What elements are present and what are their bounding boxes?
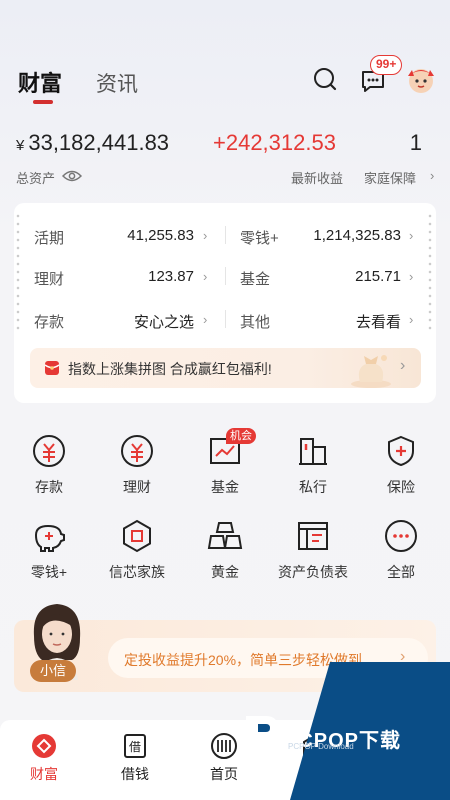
nav-label: 首页: [210, 766, 238, 782]
chevron-right-icon[interactable]: ›: [203, 312, 207, 327]
account-label-fund: 基金: [240, 271, 271, 288]
grid-item-gold[interactable]: 黄金: [180, 518, 270, 582]
chevron-right-icon[interactable]: ›: [430, 168, 434, 183]
account-value-deposit[interactable]: 安心之选: [134, 311, 194, 332]
grid-label: 存款: [35, 479, 63, 495]
latest-income-amount[interactable]: +242,312.53: [213, 130, 336, 156]
grid-item-deposit[interactable]: 存款: [4, 433, 94, 497]
nav-label: 借钱: [121, 766, 149, 782]
insurance-icon: [388, 435, 414, 467]
grid-item-fund[interactable]: 基金: [180, 433, 270, 497]
account-label-wealth: 理财: [34, 271, 65, 288]
grid-item-balance-sheet[interactable]: 资产负债表: [268, 518, 358, 582]
chevron-right-icon[interactable]: ›: [400, 357, 405, 375]
column-divider: [225, 310, 226, 328]
card-right-dots: [428, 212, 432, 332]
eye-icon[interactable]: [61, 168, 83, 189]
account-value-current[interactable]: 41,255.83: [127, 227, 194, 244]
currency-symbol: ¥: [16, 137, 25, 154]
account-label-deposit: 存款: [34, 314, 65, 331]
top-header: 财富 资讯 99+: [0, 0, 450, 120]
assistant-name-tag: 小信: [30, 660, 77, 682]
active-tab-indicator: [33, 100, 53, 104]
grid-item-wealth[interactable]: 理财: [92, 433, 182, 497]
nav-label: 财富: [30, 766, 58, 782]
piggy-bank-icon: [34, 524, 65, 552]
card-left-dots: [16, 212, 20, 332]
chevron-right-icon[interactable]: ›: [203, 228, 207, 243]
tab-news[interactable]: 资讯: [96, 68, 138, 98]
family-label[interactable]: 家庭保障: [364, 168, 416, 187]
total-assets-amount[interactable]: ¥33,182,441.83: [16, 130, 169, 156]
wealth-icon: [121, 435, 153, 467]
tab-wealth[interactable]: 财富: [18, 66, 62, 98]
promo-banner[interactable]: 指数上涨集拼图 合成赢红包福利! ›: [30, 348, 421, 388]
grid-label: 私行: [299, 479, 327, 495]
svg-text:借: 借: [129, 740, 141, 754]
nav-item-borrow[interactable]: 借 借钱: [105, 732, 165, 784]
grid-label: 黄金: [211, 564, 239, 580]
grid-label: 全部: [387, 564, 415, 580]
wealth-nav-icon: [32, 734, 56, 758]
chevron-right-icon[interactable]: ›: [203, 269, 207, 284]
total-assets-value: 33,182,441.83: [28, 130, 170, 155]
grid-item-insurance[interactable]: 保险: [356, 433, 446, 497]
account-value-wealth[interactable]: 123.87: [148, 268, 194, 285]
column-divider: [225, 267, 226, 285]
grid-item-private-bank[interactable]: 私行: [268, 433, 358, 497]
asset-summary: ¥33,182,441.83 +242,312.53 1 总资产 最新收益 家庭…: [0, 130, 450, 190]
grid-label: 保险: [387, 479, 415, 495]
nav-item-wealth[interactable]: 财富: [14, 732, 74, 784]
grid-label: 基金: [211, 479, 239, 495]
account-label-current: 活期: [34, 230, 65, 247]
message-count-badge: 99+: [370, 55, 403, 75]
more-icon: [385, 520, 417, 552]
total-assets-label: 总资产: [16, 171, 56, 186]
chevron-right-icon[interactable]: ›: [409, 228, 413, 243]
grid-label: 零钱+: [30, 564, 68, 580]
pcpop-logo-icon: [242, 712, 282, 763]
balance-sheet-icon: [298, 522, 328, 550]
money-bag-illustration-icon: [348, 350, 394, 393]
red-envelope-icon: [44, 360, 60, 381]
promo-text: 指数上涨集拼图 合成赢红包福利!: [68, 361, 272, 377]
grid-label: 信芯家族: [109, 564, 165, 580]
private-bank-icon: [299, 438, 327, 465]
home-icon: [211, 733, 237, 759]
account-value-change-plus[interactable]: 1,214,325.83: [313, 227, 401, 244]
borrow-icon: 借: [124, 734, 146, 758]
chevron-right-icon[interactable]: ›: [409, 312, 413, 327]
account-value-fund[interactable]: 215.71: [355, 268, 401, 285]
search-icon[interactable]: [310, 64, 340, 94]
grid-label: 理财: [123, 479, 151, 495]
mascot-avatar-icon[interactable]: [404, 62, 438, 96]
account-value-other[interactable]: 去看看: [356, 311, 401, 332]
chevron-right-icon[interactable]: ›: [409, 269, 413, 284]
gold-icon: [207, 522, 243, 549]
family-icon: [123, 519, 151, 553]
account-label-other: 其他: [240, 314, 271, 331]
opportunity-tag: 机会: [226, 428, 256, 444]
latest-income-label: 最新收益: [291, 171, 344, 186]
column-divider: [225, 226, 226, 244]
watermark-sub: PCPOP Download: [288, 742, 354, 751]
grid-item-change-plus[interactable]: 零钱+: [4, 518, 94, 582]
grid-item-all[interactable]: 全部: [356, 518, 446, 582]
grid-item-family[interactable]: 信芯家族: [92, 518, 182, 582]
family-count[interactable]: 1: [410, 130, 422, 156]
account-label-change-plus: 零钱+: [240, 230, 279, 247]
deposit-icon: [33, 435, 65, 467]
grid-label: 资产负债表: [278, 564, 348, 580]
